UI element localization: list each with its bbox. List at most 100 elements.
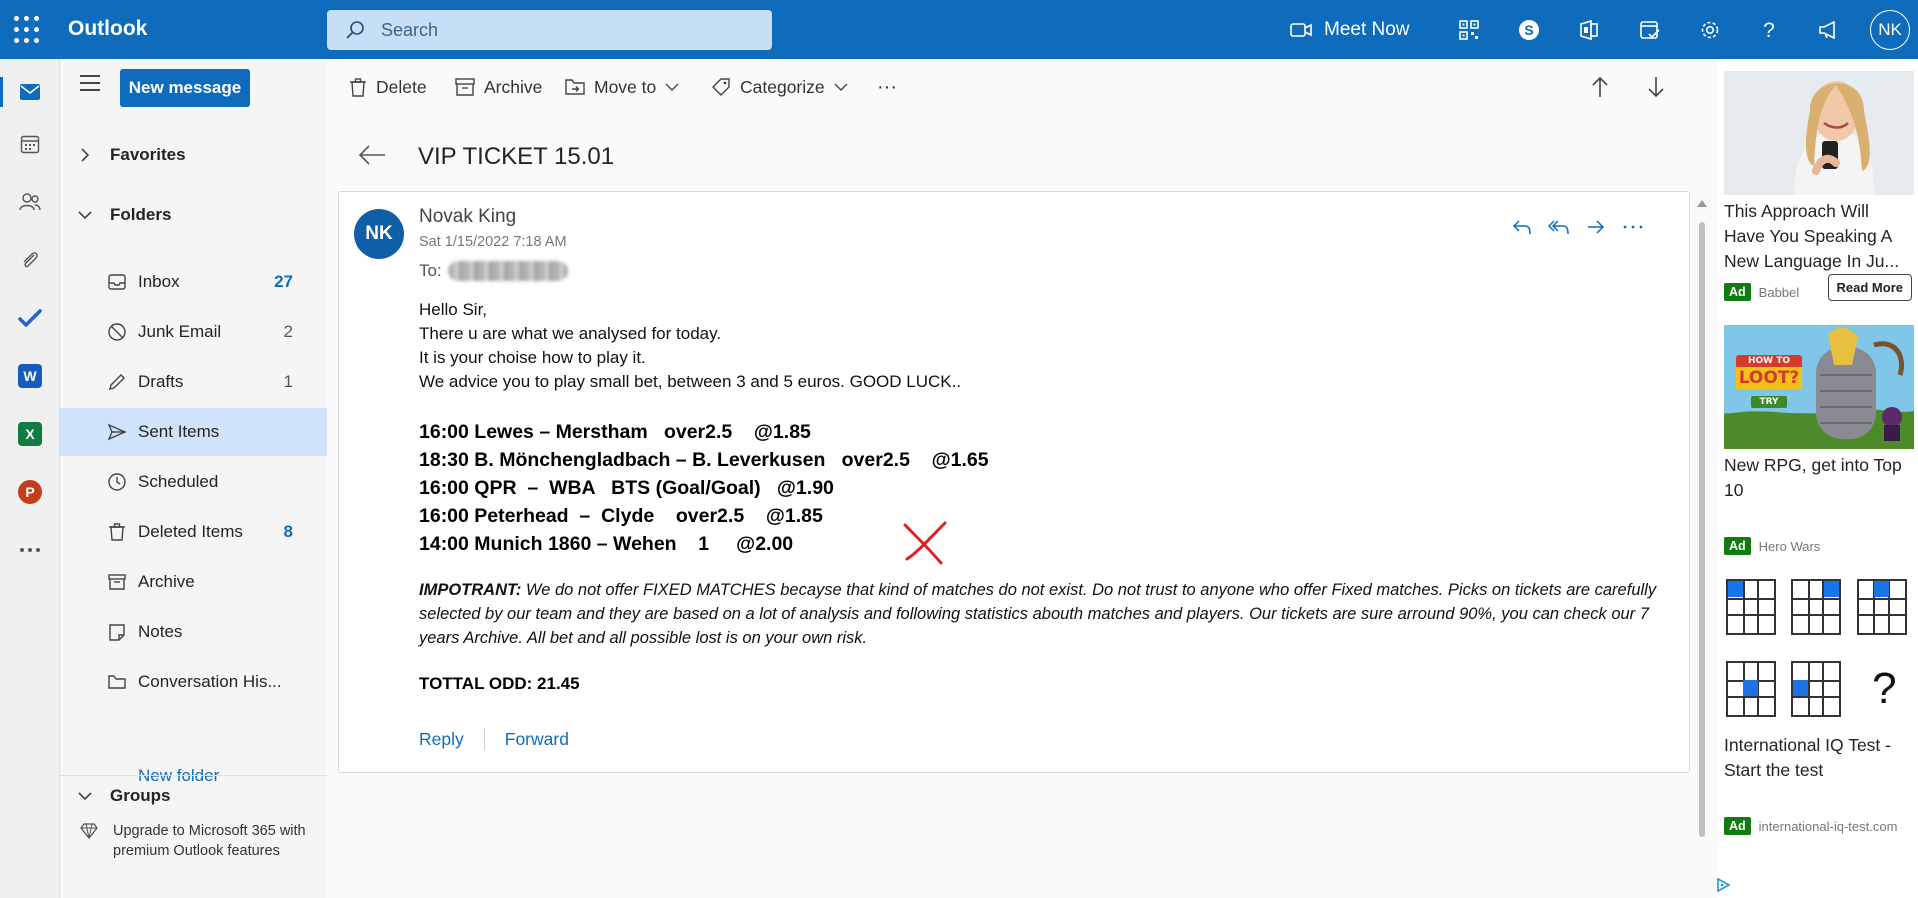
categorize-button[interactable]: Categorize <box>711 73 848 101</box>
ad-image-iq-puzzle: ? <box>1724 569 1914 733</box>
office-feed-button[interactable] <box>1571 12 1607 48</box>
archive-icon <box>455 78 475 96</box>
rail-excel[interactable]: X <box>0 411 60 457</box>
feedback-button[interactable] <box>1811 12 1847 48</box>
favorites-header[interactable]: Favorites <box>60 135 327 175</box>
word-icon: W <box>18 364 42 388</box>
paperclip-icon <box>23 252 38 268</box>
redacted-recipient <box>447 261 568 281</box>
folder-notes[interactable]: Notes <box>60 608 327 656</box>
powerpoint-icon: P <box>18 480 42 504</box>
folder-label: Drafts <box>138 372 184 391</box>
adchoices-icon[interactable] <box>1716 878 1730 892</box>
more-commands-button[interactable]: ··· <box>877 73 897 101</box>
folder-label: Scheduled <box>138 472 219 491</box>
ad-source: international-iq-test.com <box>1758 818 1898 834</box>
archive-button[interactable]: Archive <box>455 73 542 101</box>
meet-now-button[interactable]: Meet Now <box>1290 12 1410 48</box>
sender-name[interactable]: Novak King <box>419 206 516 228</box>
scroll-up-arrow[interactable] <box>1697 200 1707 207</box>
message-subject: VIP TICKET 15.01 <box>418 143 615 170</box>
reply-link[interactable]: Reply <box>419 729 464 750</box>
more-apps-icon <box>20 548 40 552</box>
gear-icon <box>1701 21 1719 39</box>
app-launcher-icon[interactable] <box>14 16 42 44</box>
people-icon <box>19 193 41 211</box>
delete-button[interactable]: Delete <box>349 73 427 101</box>
calendar-check-icon <box>1640 21 1660 39</box>
ad-title: International IQ Test - Start the test <box>1724 735 1891 780</box>
my-day-button[interactable] <box>1632 12 1668 48</box>
groups-header[interactable]: Groups <box>60 775 327 815</box>
next-message-button[interactable] <box>1647 73 1665 101</box>
folder-drafts[interactable]: Drafts 1 <box>60 358 327 406</box>
ad-image-game: HOW TO LOOT? TRY <box>1724 325 1914 449</box>
greeting-line: It is your choise how to play it. <box>419 348 646 367</box>
app-rail: W X P <box>0 59 60 898</box>
search-box[interactable] <box>327 10 772 50</box>
settings-button[interactable] <box>1692 12 1728 48</box>
ad-card-iq-test[interactable]: ? International IQ Test - Start the test… <box>1724 569 1914 838</box>
subject-row: VIP TICKET 15.01 <box>340 136 1690 176</box>
folder-count: 2 <box>283 322 293 341</box>
inbox-icon <box>108 274 126 290</box>
scrollbar-thumb[interactable] <box>1699 222 1705 837</box>
app-name[interactable]: Outlook <box>68 17 147 41</box>
move-to-button[interactable]: Move to <box>565 73 679 101</box>
reading-pane-scrollbar[interactable] <box>1697 200 1707 898</box>
rail-calendar[interactable] <box>0 121 60 167</box>
arrow-up-icon <box>1592 76 1608 97</box>
folder-label: Inbox <box>138 272 180 291</box>
search-input[interactable] <box>381 10 761 50</box>
rail-word[interactable]: W <box>0 353 60 399</box>
forward-button[interactable] <box>1581 212 1611 242</box>
rail-mail[interactable] <box>0 69 60 115</box>
folder-archive[interactable]: Archive <box>60 558 327 606</box>
help-button[interactable]: ? <box>1751 12 1787 48</box>
pick-line: 16:00 QPR – WBA BTS (Goal/Goal) @1.90 <box>419 477 834 499</box>
folder-junk-email[interactable]: Junk Email 2 <box>60 308 327 356</box>
more-actions-button[interactable] <box>1618 212 1648 242</box>
categorize-label: Categorize <box>740 76 825 97</box>
reply-all-button[interactable] <box>1544 212 1574 242</box>
chevron-down-icon <box>834 83 848 91</box>
previous-message-button[interactable] <box>1591 73 1609 101</box>
ad-banner: HOW TO LOOT? TRY <box>1736 355 1802 409</box>
folders-header[interactable]: Folders <box>60 195 327 235</box>
rail-people[interactable] <box>0 179 60 225</box>
iq-cell <box>1791 661 1842 717</box>
favorites-label: Favorites <box>110 145 186 164</box>
hamburger-menu-icon[interactable] <box>80 75 100 91</box>
skype-button[interactable]: S <box>1511 12 1547 48</box>
rail-todo[interactable] <box>0 295 60 341</box>
qr-code-button[interactable] <box>1451 12 1487 48</box>
forward-link[interactable]: Forward <box>505 729 569 750</box>
folder-deleted-items[interactable]: Deleted Items 8 <box>60 508 327 556</box>
upgrade-promo[interactable]: Upgrade to Microsoft 365 with premium Ou… <box>80 821 320 861</box>
diamond-icon <box>80 823 98 839</box>
command-bar: Delete Archive Move to Categorize ··· <box>327 59 1717 115</box>
folder-sent-items[interactable]: Sent Items <box>60 408 327 456</box>
ad-footer: Ad Babbel Read More <box>1724 274 1914 304</box>
rail-files[interactable] <box>0 237 60 283</box>
folder-scheduled[interactable]: Scheduled <box>60 458 327 506</box>
disclaimer-paragraph: IMPOTRANT: We do not offer FIXED MATCHES… <box>419 578 1659 650</box>
folder-inbox[interactable]: Inbox 27 <box>60 258 327 306</box>
reply-button[interactable] <box>1507 212 1537 242</box>
greeting-line: There u are what we analysed for today. <box>419 324 722 343</box>
new-message-button[interactable]: New message <box>120 69 250 107</box>
ad-card-babbel[interactable]: This Approach Will Have You Speaking A N… <box>1724 71 1914 304</box>
rail-more-apps[interactable] <box>0 527 60 573</box>
account-avatar[interactable]: NK <box>1870 10 1910 50</box>
rail-powerpoint[interactable]: P <box>0 469 60 515</box>
back-arrow-icon[interactable] <box>358 144 386 166</box>
read-more-button[interactable]: Read More <box>1827 274 1912 301</box>
ad-card-hero-wars[interactable]: HOW TO LOOT? TRY New RPG, get into Top 1… <box>1724 325 1914 558</box>
ad-footer: Ad international-iq-test.com <box>1724 814 1914 838</box>
groups-label: Groups <box>110 785 171 805</box>
folder-pane: New message Favorites Folders Inbox 27 J… <box>60 59 327 898</box>
disclaimer-label: IMPOTRANT: <box>419 581 522 599</box>
folder-conversation-history[interactable]: Conversation His... <box>60 658 327 706</box>
chevron-down-icon <box>78 791 92 800</box>
sender-avatar[interactable]: NK <box>354 209 404 259</box>
